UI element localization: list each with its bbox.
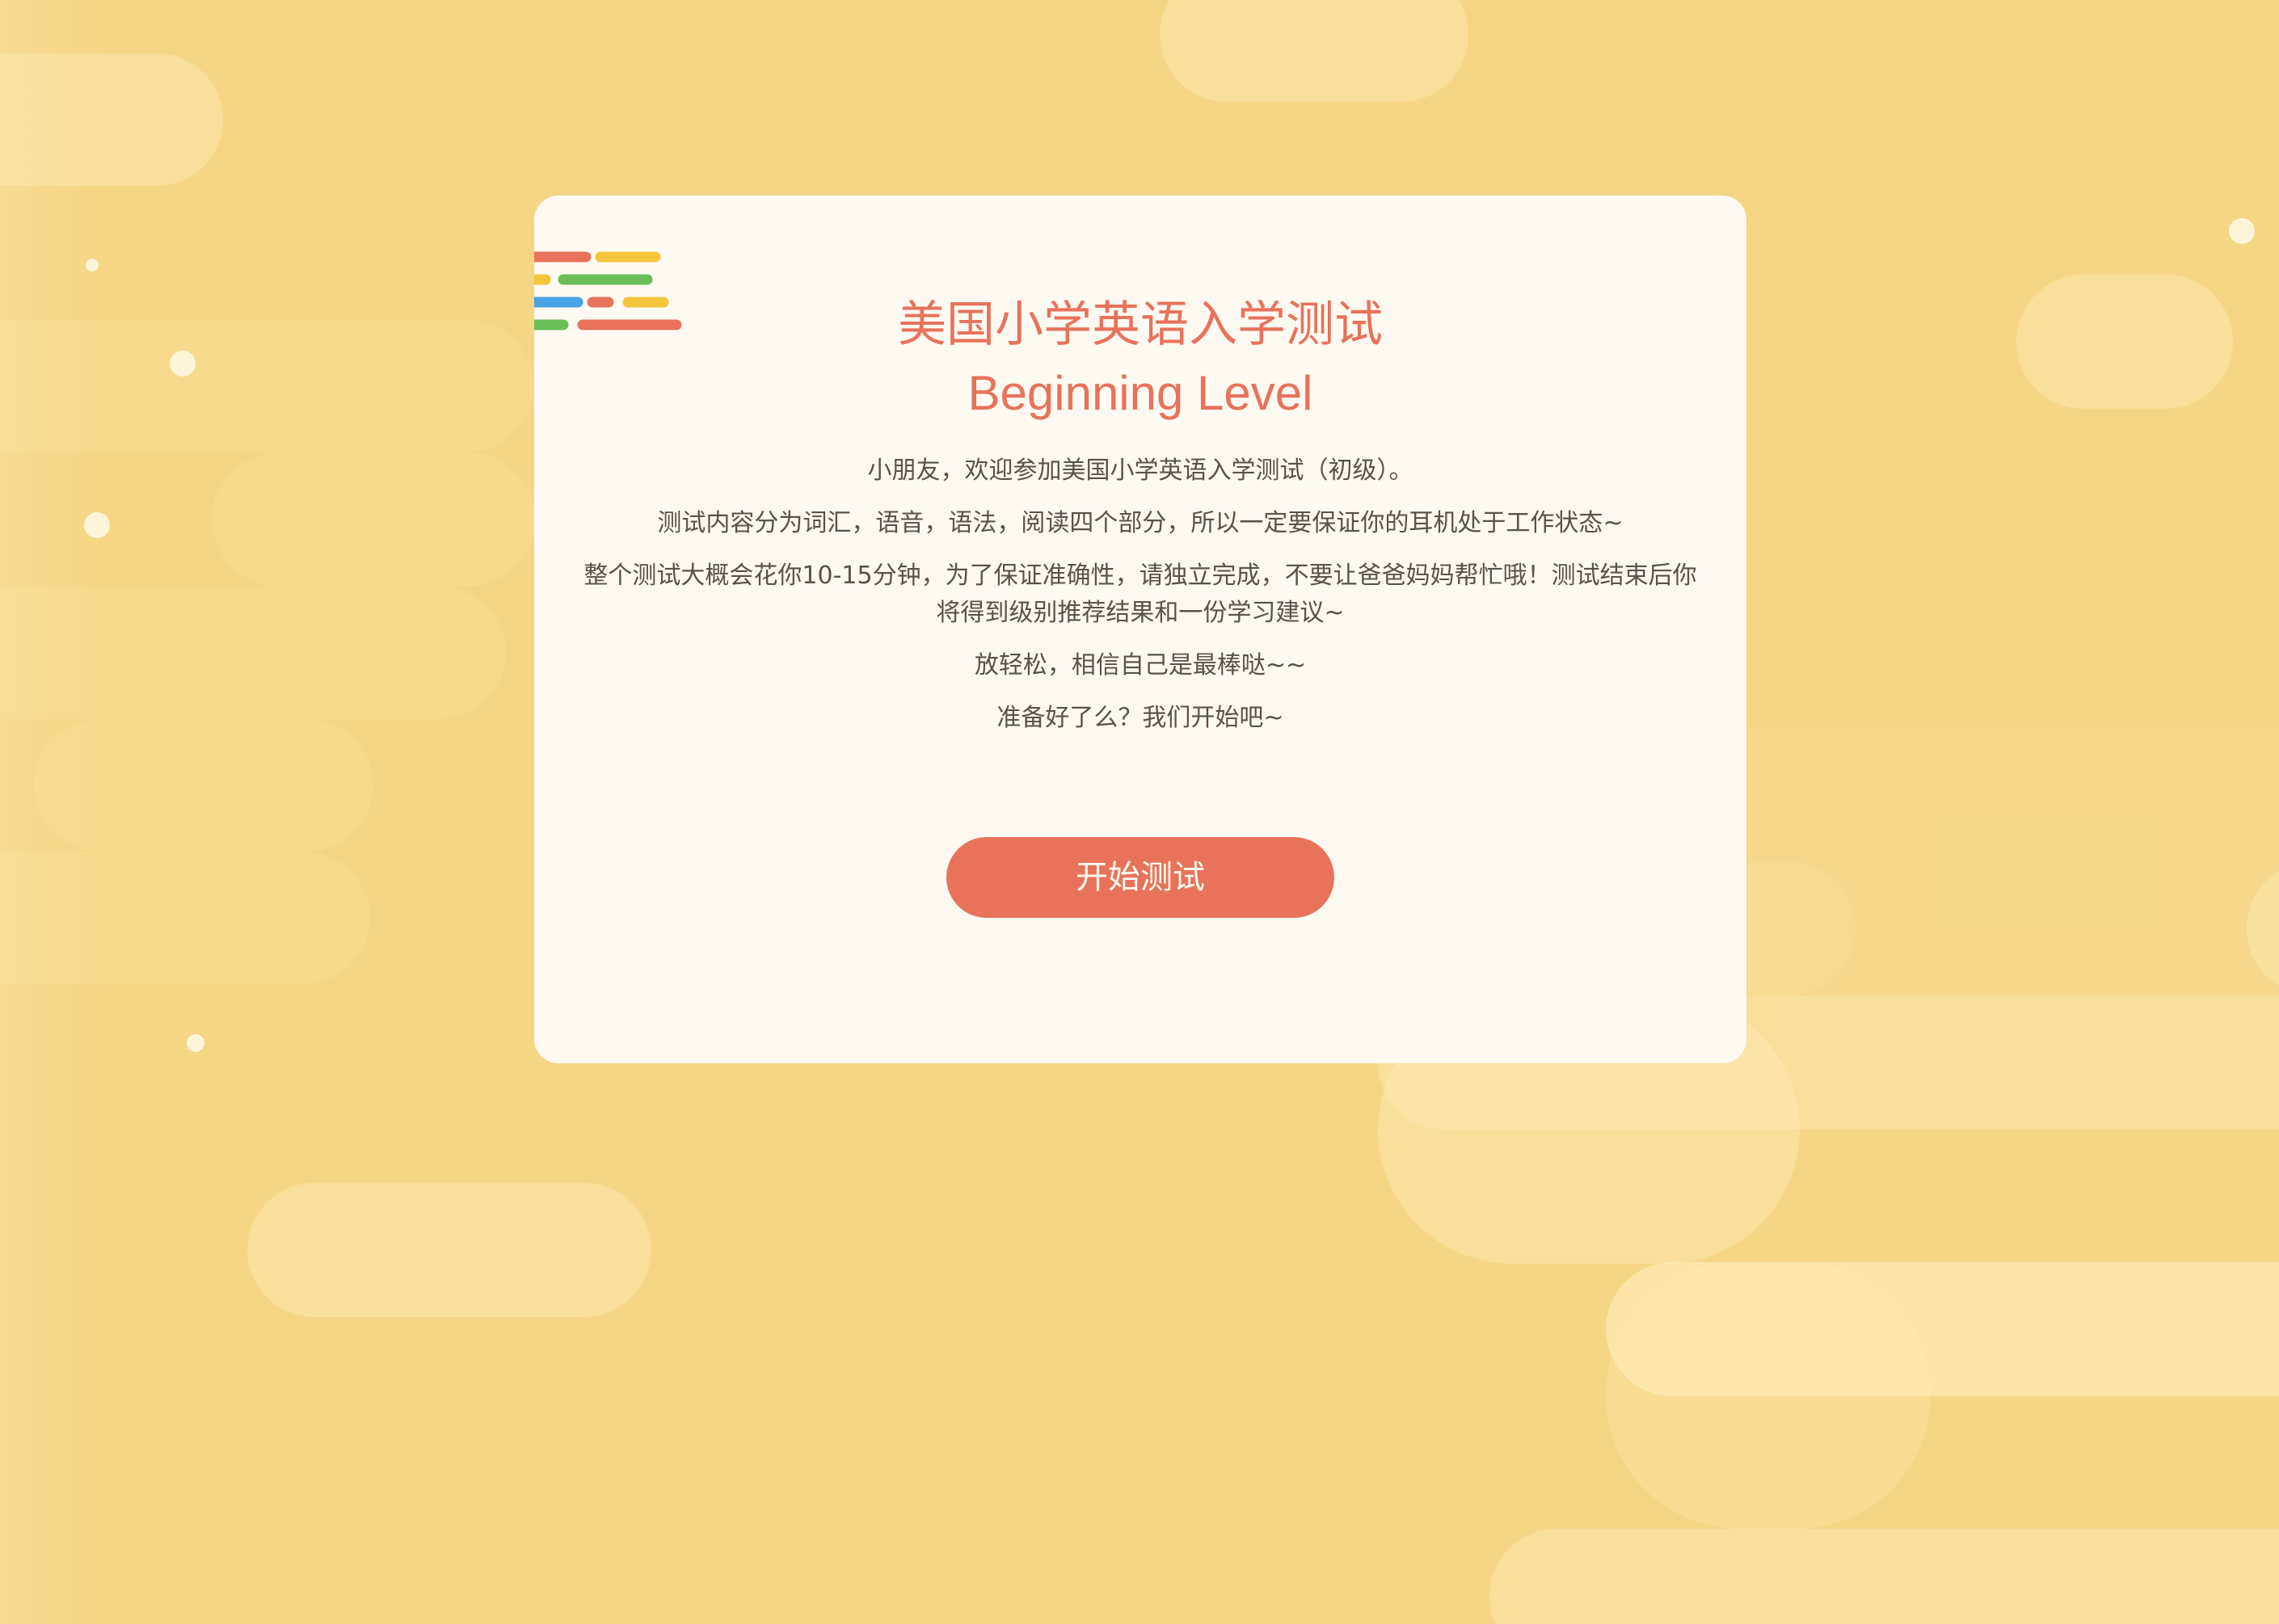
sparkle-dot — [84, 512, 110, 538]
cloud-shape — [212, 452, 535, 587]
intro-ready: 准备好了么？我们开始吧~ — [996, 704, 1284, 732]
level-subtitle: Beginning Level — [967, 366, 1313, 420]
intro-relax: 放轻松，相信自己是最棒哒~~ — [974, 651, 1307, 679]
cloud-shape — [0, 587, 506, 719]
intro-content: 测试内容分为词汇，语音，语法，阅读四个部分，所以一定要保证你的耳机处于工作状态~ — [657, 509, 1624, 537]
sparkle-dot — [2229, 218, 2255, 244]
cloud-shape — [0, 320, 533, 452]
page-title: 美国小学英语入学测试 — [898, 297, 1383, 353]
cloud-shape — [34, 719, 373, 852]
intro-text: 小朋友，欢迎参加美国小学英语入学测试（初级）。 测试内容分为词汇，语音，语法，阅… — [575, 452, 1706, 752]
cloud-shape — [1489, 1529, 2279, 1624]
start-test-button[interactable]: 开始测试 — [946, 837, 1334, 918]
cloud-shape — [247, 1183, 651, 1317]
cloud-shape — [1160, 0, 1468, 102]
cloud-shape — [0, 53, 223, 186]
intro-card: 美国小学英语入学测试 Beginning Level 小朋友，欢迎参加美国小学英… — [534, 196, 1746, 1063]
intro-duration: 整个测试大概会花你10-15分钟，为了保证准确性，请独立完成，不要让爸爸妈妈帮忙… — [583, 562, 1697, 627]
cloud-shape — [0, 852, 370, 984]
sparkle-dot — [170, 351, 196, 377]
sparkle-dot — [86, 259, 99, 271]
sparkle-dot — [187, 1034, 204, 1052]
cloud-shape — [2016, 275, 2233, 409]
cloud-shape — [1606, 1262, 1931, 1529]
intro-welcome: 小朋友，欢迎参加美国小学英语入学测试（初级）。 — [867, 456, 1413, 485]
